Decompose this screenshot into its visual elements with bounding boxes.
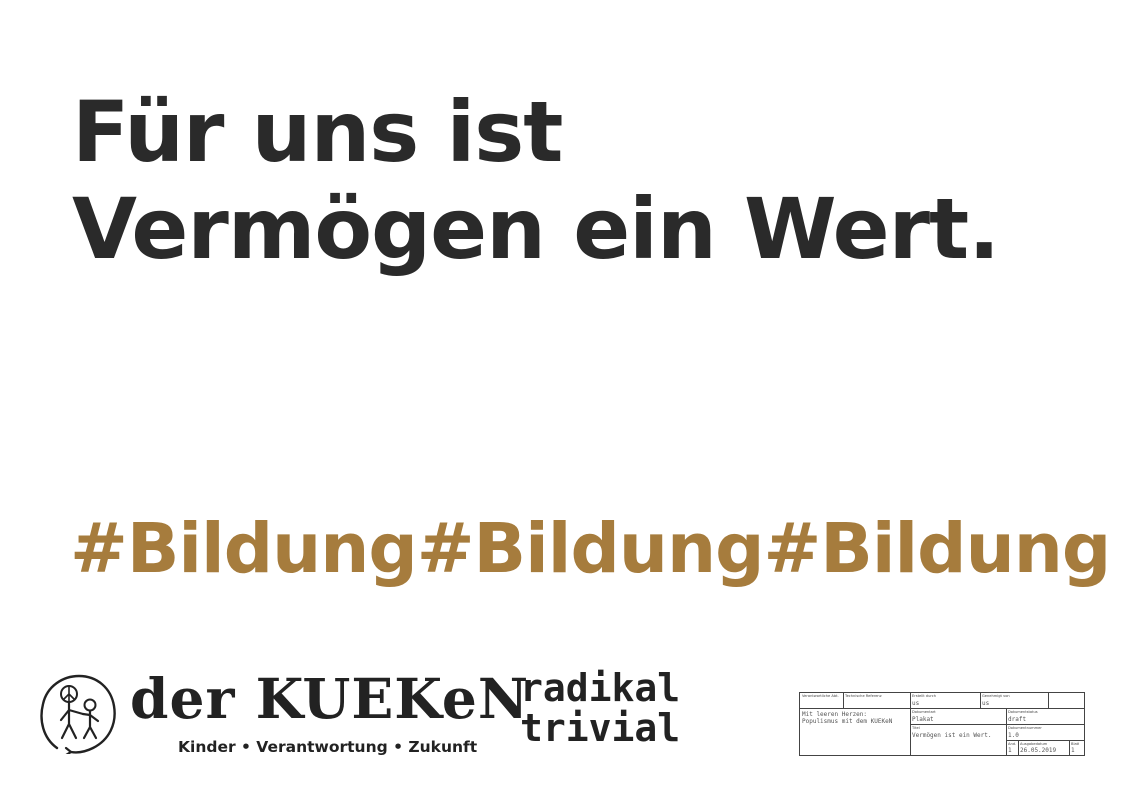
label-approved-by: Genehmigt von xyxy=(982,694,1010,698)
revision-value: 1 xyxy=(1008,747,1012,754)
issue-date-value: 26.05.2019 xyxy=(1020,747,1057,754)
title-value: Vermögen ist ein Wert. xyxy=(912,732,992,739)
label-title: Titel xyxy=(912,726,920,730)
label-created-by: Erstellt durch xyxy=(912,694,936,698)
project-line-2: Populismus mit dem KUEKeN xyxy=(802,718,893,725)
label-responsible-dept: Verantwortliche Abt. xyxy=(802,694,839,698)
doc-number-value: 1.0 xyxy=(1008,732,1019,739)
document-title-block: Verantwortliche Abt. Technische Referenz… xyxy=(799,692,1085,756)
headline-line-2: Vermögen ein Wert. xyxy=(72,180,1000,278)
label-doc-number: Dokumentnummer xyxy=(1008,726,1042,730)
headline: Für uns ist Vermögen ein Wert. xyxy=(72,83,1000,278)
label-doc-status: Dokumentstatus xyxy=(1008,710,1038,714)
hashtag-slogan: #Bildung#Bildung#Bildung xyxy=(70,509,1111,589)
label-technical-ref: Technische Referenz xyxy=(845,694,882,698)
headline-line-1: Für uns ist xyxy=(72,83,563,181)
approved-by-value: us xyxy=(982,700,990,707)
sheet-value: 1 xyxy=(1071,747,1075,754)
created-by-value: us xyxy=(912,700,920,707)
doc-type-value: Plakat xyxy=(912,716,934,723)
motto-line-1: radikal xyxy=(520,666,681,710)
brand-name: der KUEKeN xyxy=(130,666,530,731)
brand-tagline: Kinder • Verantwortung • Zukunft xyxy=(178,738,478,756)
project-line-1: Mit leeren Herzen: xyxy=(802,711,868,718)
label-doc-type: Dokumentart xyxy=(912,710,936,714)
motto-line-2: trivial xyxy=(520,706,681,750)
peace-sign-stick-figures-icon xyxy=(40,674,116,754)
doc-status-value: draft xyxy=(1008,716,1027,723)
brand-motto: radikal trivial xyxy=(520,666,681,750)
